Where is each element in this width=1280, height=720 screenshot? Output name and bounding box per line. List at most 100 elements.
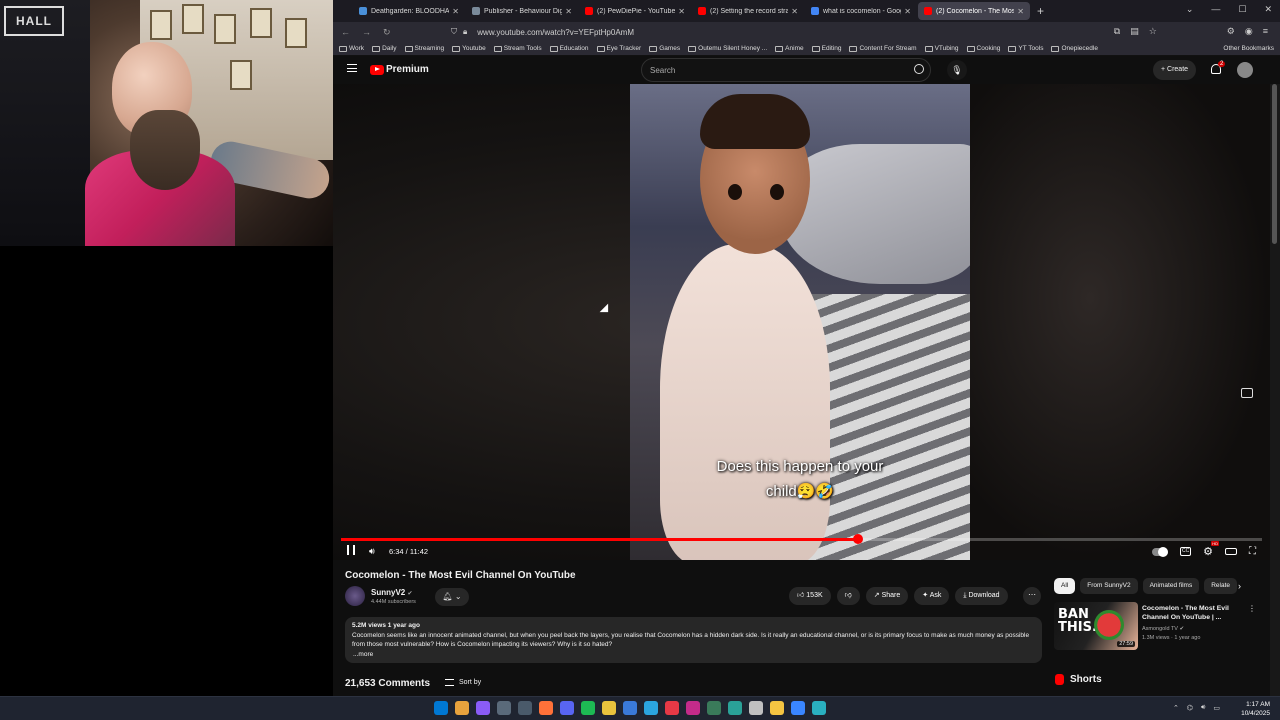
tab-close-icon[interactable]: ✕ <box>678 7 685 16</box>
forward-icon[interactable]: → <box>362 27 371 38</box>
taskbar-app-icon[interactable] <box>644 701 658 715</box>
pip-icon[interactable]: ⧉ <box>1114 26 1120 37</box>
account-avatar[interactable] <box>1237 62 1253 78</box>
new-tab-button[interactable]: + <box>1037 4 1044 18</box>
progress-bar[interactable] <box>341 534 1262 544</box>
hamburger-menu-icon[interactable] <box>347 64 357 72</box>
account-icon[interactable]: ◉ <box>1245 26 1253 37</box>
sort-by-button[interactable]: Sort by <box>445 679 481 686</box>
subscribed-bell-button[interactable]: 🔔︎ ⌄ <box>435 588 469 606</box>
taskbar-app-icon[interactable] <box>749 701 763 715</box>
filter-chip[interactable]: From SunnyV2 <box>1080 578 1138 594</box>
bookmark-star-icon[interactable]: ☆ <box>1149 26 1157 37</box>
browser-tab[interactable]: (2) Setting the record straight a✕ <box>692 2 804 20</box>
taskbar-app-icon[interactable] <box>581 701 595 715</box>
taskbar-app-icon[interactable] <box>539 701 553 715</box>
create-button[interactable]: + Create <box>1153 60 1197 80</box>
bookmark-folder[interactable]: Anime <box>775 45 804 52</box>
tab-close-icon[interactable]: ✕ <box>791 7 798 16</box>
bookmark-folder[interactable]: Cooking <box>966 45 1000 52</box>
taskbar-app-icon[interactable] <box>770 701 784 715</box>
dislike-button[interactable]: 👎︎ <box>836 587 860 605</box>
scrollbar-thumb[interactable] <box>1272 84 1277 244</box>
bookmark-folder[interactable]: Education <box>549 45 589 52</box>
browser-tab[interactable]: (2) PewDiePie - YouTube ✕ <box>579 2 691 20</box>
download-button[interactable]: ⤓ Download <box>955 587 1008 605</box>
shield-icon[interactable]: ⛉ <box>451 27 457 37</box>
volume-tray-icon[interactable]: 🔊︎ <box>1201 704 1205 712</box>
taskbar-app-icon[interactable] <box>518 701 532 715</box>
bookmark-folder[interactable]: Work <box>339 45 364 52</box>
browser-tab[interactable]: Deathgarden: BLOODHARVEST✕ <box>353 2 465 20</box>
fullscreen-icon[interactable]: ⛶ <box>1249 546 1256 557</box>
bookmark-folder[interactable]: VTubing <box>924 45 959 52</box>
taskbar-app-icon[interactable] <box>560 701 574 715</box>
minimize-icon[interactable]: — <box>1211 4 1220 15</box>
bookmark-folder[interactable]: Streaming <box>404 45 444 52</box>
youtube-logo[interactable]: Premium <box>370 64 429 75</box>
chevron-right-icon[interactable]: › <box>1238 581 1241 591</box>
bookmark-folder[interactable]: YT Tools <box>1008 45 1043 52</box>
bookmark-folder[interactable]: Stream Tools <box>493 45 542 52</box>
theater-mode-icon[interactable] <box>1225 548 1237 555</box>
url-text[interactable]: www.youtube.com/watch?v=YEFptHp0AmM <box>477 28 634 37</box>
taskbar-app-icon[interactable] <box>791 701 805 715</box>
taskbar-app-icon[interactable] <box>497 701 511 715</box>
other-bookmarks[interactable]: Other Bookmarks <box>1223 45 1274 52</box>
taskbar-app-icon[interactable] <box>812 701 826 715</box>
taskbar-clock[interactable]: 1:17 AM 10/4/2025 <box>1241 700 1270 718</box>
miniplayer-icon[interactable] <box>1241 388 1253 398</box>
bookmark-folder[interactable]: Youtube <box>452 45 486 52</box>
tab-list-chevron-icon[interactable]: ⌄ <box>1186 4 1194 15</box>
reader-icon[interactable]: ▤ <box>1130 26 1139 37</box>
subtitles-icon[interactable]: CC <box>1180 547 1192 556</box>
share-button[interactable]: ↗ Share <box>865 587 909 605</box>
taskbar-app-icon[interactable] <box>728 701 742 715</box>
taskbar-app-icon[interactable] <box>665 701 679 715</box>
description-box[interactable]: 5.2M views 1 year ago Cocomelon seems li… <box>345 617 1042 663</box>
recommended-channel[interactable]: Asmongold TV ✔ <box>1142 626 1184 632</box>
close-window-icon[interactable]: ✕ <box>1264 4 1272 15</box>
battery-icon[interactable]: ▭ <box>1213 704 1220 712</box>
taskbar-app-icon[interactable] <box>434 701 448 715</box>
taskbar-app-icon[interactable] <box>707 701 721 715</box>
filter-chip[interactable]: Relate <box>1204 578 1238 594</box>
tab-close-icon[interactable]: ✕ <box>452 7 459 16</box>
more-actions-icon[interactable]: ⋯ <box>1023 587 1041 605</box>
back-icon[interactable]: ← <box>341 27 350 38</box>
lock-icon[interactable]: 🔒︎ <box>463 27 467 37</box>
kebab-menu-icon[interactable]: ⋮ <box>1248 604 1256 613</box>
network-icon[interactable]: ⌬ <box>1187 704 1193 712</box>
like-button[interactable]: 👍︎ 153K <box>789 587 831 605</box>
search-icon[interactable] <box>914 64 924 74</box>
menu-icon[interactable]: ≡ <box>1263 26 1268 37</box>
pause-icon[interactable] <box>347 545 355 555</box>
bookmark-folder[interactable]: Onepiecedle <box>1051 45 1098 52</box>
reload-icon[interactable]: ↻ <box>383 27 391 38</box>
taskbar-app-icon[interactable] <box>686 701 700 715</box>
taskbar-app-icon[interactable] <box>602 701 616 715</box>
filter-chip[interactable]: All <box>1054 578 1076 594</box>
bookmark-folder[interactable]: Games <box>649 45 680 52</box>
tab-close-icon[interactable]: ✕ <box>904 7 911 16</box>
browser-tab[interactable]: what is cocomelon - Google Se✕ <box>805 2 917 20</box>
bookmark-folder[interactable]: Content For Stream <box>849 45 917 52</box>
ask-button[interactable]: ✦ Ask <box>914 587 950 605</box>
bookmark-folder[interactable]: Outemu Silent Honey ... <box>688 45 767 52</box>
autoplay-toggle[interactable] <box>1152 546 1169 557</box>
tab-close-icon[interactable]: ✕ <box>565 7 572 16</box>
settings-gear-icon[interactable]: ⚙ HD <box>1203 541 1219 558</box>
recommended-thumbnail[interactable]: BAN THIS. 27:59 <box>1054 602 1138 650</box>
volume-icon[interactable]: 🔊︎ <box>369 546 375 557</box>
bookmark-folder[interactable]: Editing <box>811 45 841 52</box>
bookmark-folder[interactable]: Daily <box>372 45 397 52</box>
recommended-title[interactable]: Cocomelon - The Most Evil Channel On You… <box>1142 604 1238 622</box>
tab-close-icon[interactable]: ✕ <box>1017 7 1024 16</box>
description-more-link[interactable]: ...more <box>352 650 1035 660</box>
page-scrollbar[interactable] <box>1270 84 1280 696</box>
taskbar-app-icon[interactable] <box>623 701 637 715</box>
search-input[interactable]: Search <box>641 58 931 82</box>
taskbar-app-icon[interactable] <box>455 701 469 715</box>
browser-tab[interactable]: (2) Cocomelon - The Most E✕ <box>918 2 1030 20</box>
microphone-icon[interactable]: 🎙︎ <box>947 60 967 80</box>
